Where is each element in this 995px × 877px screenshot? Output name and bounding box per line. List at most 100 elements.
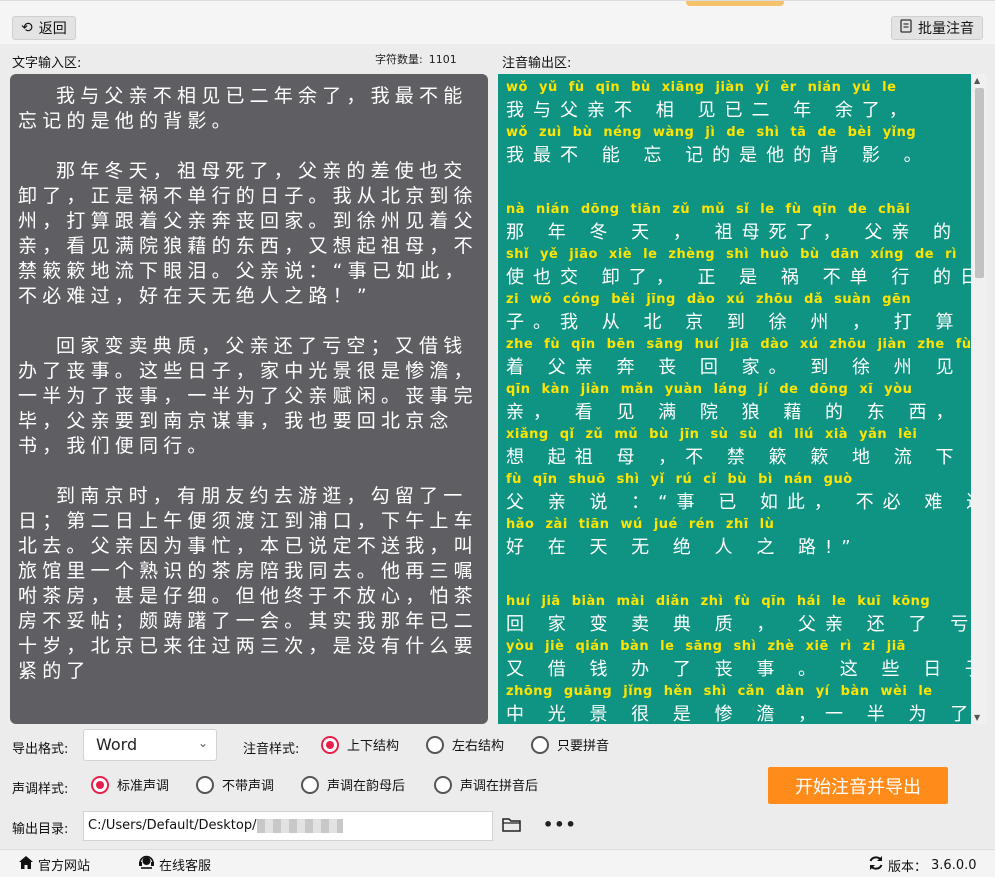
pinyin-text: yòu jiè qián bàn le sāng shì zhè xiē rì …: [506, 639, 906, 654]
pinyin-style-label: 注音样式:: [243, 742, 300, 757]
hanzi-text: 中 光 景 很 是 惨 澹 ，一 半 为 了: [506, 704, 971, 724]
radio-label: 声调在韵母后: [327, 779, 406, 794]
scroll-up-icon[interactable]: ▲: [974, 76, 980, 85]
output-line: shǐ yě jiāo xiè le zhèng shì huò bù dān …: [506, 245, 971, 290]
pinyin-text: xiǎng qǐ zǔ mǔ bù jīn sù sù dì liú xià y…: [506, 427, 918, 442]
output-paragraph: nà nián dōng tiān zǔ mǔ sǐ le fù qīn de …: [506, 200, 971, 560]
output-line: wǒ yǔ fù qīn bù xiāng jiàn yǐ èr nián yú…: [506, 78, 965, 123]
scroll-thumb[interactable]: [975, 88, 984, 278]
output-line: zhe fù qīn bēn sāng huí jiā dào xú zhōu …: [506, 335, 971, 380]
char-count: 字符数量: 1101: [375, 51, 457, 67]
home-icon: [18, 855, 34, 874]
export-format-value: Word: [96, 735, 138, 754]
batch-annotate-button[interactable]: 批量注音: [891, 16, 983, 40]
redacted-path: [256, 818, 343, 833]
radio-label: 声调在拼音后: [460, 779, 539, 794]
char-count-value: 1101: [428, 53, 457, 66]
back-label: 返回: [38, 21, 67, 37]
output-line: zi wǒ cóng běi jīng dào xú zhōu dǎ suàn …: [506, 290, 971, 335]
top-bar: [0, 0, 995, 44]
export-format-label: 导出格式:: [12, 742, 69, 757]
output-area-label: 注音输出区:: [502, 56, 572, 71]
input-paragraph: 到南京时，有朋友约去游逛，勾留了一日；第二日上午便须渡江到浦口，下午上车北去。父…: [18, 485, 478, 682]
output-line: qīn kàn jiàn mǎn yuàn láng jí de dōng xī…: [506, 380, 971, 425]
input-paragraph: 我与父亲不相见已二年余了，我最不能忘记的是他的背影。: [18, 85, 468, 132]
radio-icon: [426, 735, 444, 754]
pinyin-text: qīn kàn jiàn mǎn yuàn láng jí de dōng xī…: [506, 382, 913, 397]
output-line: zhōng guāng jǐng hěn shì cǎn dàn yí bàn …: [506, 682, 971, 724]
back-button[interactable]: ⟲ 返回: [12, 16, 76, 40]
output-dir-value: C:/Users/Default/Desktop/: [88, 818, 257, 833]
pinyin-text: wǒ yǔ fù qīn bù xiāng jiàn yǐ èr nián yú…: [506, 80, 897, 95]
back-arrow-icon: ⟲: [21, 20, 33, 36]
hanzi-text: 我最不 能 忘 记的是他的背 影 。: [506, 145, 931, 166]
footer: 官方网站 在线客服 版本： 3.6.0.0: [0, 849, 995, 877]
hanzi-text: 着 父亲 奔 丧 回 家。 到 徐 州 见 着 父: [506, 357, 971, 378]
pinyin-output-area[interactable]: wǒ yǔ fù qīn bù xiāng jiàn yǐ èr nián yú…: [498, 74, 971, 724]
output-dir-input[interactable]: C:/Users/Default/Desktop/: [83, 811, 493, 841]
output-paragraph: wǒ yǔ fù qīn bù xiāng jiàn yǐ èr nián yú…: [506, 78, 965, 168]
online-service-link[interactable]: 在线客服: [138, 855, 211, 874]
radio-label: 上下结构: [347, 739, 400, 754]
pinyin-text: zhe fù qīn bēn sāng huí jiā dào xú zhōu …: [506, 337, 971, 352]
radio-icon: [321, 735, 339, 754]
version-info[interactable]: 版本： 3.6.0.0: [868, 855, 977, 875]
pinyin-text: nà nián dōng tiān zǔ mǔ sǐ le fù qīn de …: [506, 202, 911, 217]
batch-label: 批量注音: [918, 21, 974, 37]
output-line: wǒ zuì bù néng wàng jì de shì tā de bèi …: [506, 123, 965, 168]
start-annotate-export-button[interactable]: 开始注音并导出: [768, 767, 948, 804]
output-line: yòu jiè qián bàn le sāng shì zhè xiē rì …: [506, 637, 971, 682]
hanzi-text: 我与父亲不 相 见已二 年 余了，: [506, 100, 916, 121]
folder-icon[interactable]: [502, 816, 522, 837]
tone-radio-after-pinyin[interactable]: 声调在拼音后: [434, 775, 538, 794]
input-area-label: 文字输入区:: [12, 56, 82, 71]
style-radio-top-bottom[interactable]: 上下结构: [321, 735, 399, 754]
output-line: huí jiā biàn mài diǎn zhì fù qīn hái le …: [506, 592, 971, 637]
refresh-icon: [868, 855, 884, 875]
radio-icon: [434, 775, 452, 794]
chevron-down-icon: ⌄: [197, 736, 208, 750]
hanzi-text: 回 家 变 卖 典 质 ， 父亲 还 了 亏 空 ；: [506, 614, 971, 635]
radio-label: 只要拼音: [557, 739, 610, 754]
style-radio-left-right[interactable]: 左右结构: [426, 735, 504, 754]
hanzi-text: 又 借 钱 办 了 丧 事 。 这 些 日 子， 家: [506, 659, 971, 680]
pinyin-text: fù qīn shuō shì yǐ rú cǐ bù bì nán guò: [506, 472, 853, 487]
output-line: nà nián dōng tiān zǔ mǔ sǐ le fù qīn de …: [506, 200, 971, 245]
radio-icon: [196, 775, 214, 794]
more-options-icon[interactable]: •••: [543, 815, 577, 834]
output-line: fù qīn shuō shì yǐ rú cǐ bù bì nán guò 父 …: [506, 470, 971, 515]
official-website-link[interactable]: 官方网站: [18, 855, 90, 874]
output-dir-label: 输出目录:: [12, 822, 69, 837]
pinyin-text: hǎo zài tiān wú jué rén zhī lù: [506, 517, 775, 532]
hanzi-text: 想 起祖 母 ，不 禁 簌 簌 地 流 下 眼 泪 。: [506, 447, 971, 468]
char-count-label: 字符数量:: [375, 53, 423, 66]
radio-label: 标准声调: [117, 779, 170, 794]
tone-radio-after-final[interactable]: 声调在韵母后: [301, 775, 405, 794]
text-input-area[interactable]: 我与父亲不相见已二年余了，我最不能忘记的是他的背影。 那年冬天，祖母死了，父亲的…: [10, 74, 488, 724]
active-tab-indicator: [686, 1, 784, 6]
hanzi-text: 好 在 天 无 绝 人 之 路!”: [506, 537, 860, 558]
headset-icon: [138, 855, 155, 874]
tone-radio-standard[interactable]: 标准声调: [91, 775, 169, 794]
output-scrollbar[interactable]: ▲ ▼: [971, 74, 987, 724]
radio-label: 左右结构: [452, 739, 505, 754]
hanzi-text: 那 年 冬 天 ， 祖母死了， 父亲 的 差: [506, 222, 971, 243]
tone-radio-none[interactable]: 不带声调: [196, 775, 274, 794]
pinyin-text: shǐ yě jiāo xiè le zhèng shì huò bù dān …: [506, 247, 957, 262]
pinyin-text: wǒ zuì bù néng wàng jì de shì tā de bèi …: [506, 125, 917, 140]
radio-icon: [301, 775, 319, 794]
export-format-select[interactable]: Word ⌄: [83, 729, 217, 761]
output-line: hǎo zài tiān wú jué rén zhī lù 好 在 天 无 绝 …: [506, 515, 965, 560]
style-radio-pinyin-only[interactable]: 只要拼音: [531, 735, 609, 754]
input-paragraph: 那年冬天，祖母死了，父亲的差使也交卸了，正是祸不单行的日子。我从北京到徐州，打算…: [18, 160, 478, 307]
scroll-down-icon[interactable]: ▼: [974, 713, 980, 722]
hanzi-text: 父 亲 说 ：“事 已 如此， 不必 难 过 ，: [506, 492, 971, 513]
service-label: 在线客服: [159, 859, 212, 874]
output-paragraph: huí jiā biàn mài diǎn zhì fù qīn hái le …: [506, 592, 971, 724]
pinyin-text: huí jiā biàn mài diǎn zhì fù qīn hái le …: [506, 594, 931, 609]
hanzi-text: 使也交 卸了， 正 是 祸 不单 行 的日: [506, 267, 971, 288]
input-paragraph: 回家变卖典质，父亲还了亏空；又借钱办了丧事。这些日子，家中光景很是惨澹，一半为了…: [18, 335, 478, 457]
hanzi-text: 亲， 看 见 满 院 狼 藉 的 东 西， 又: [506, 402, 971, 423]
version-label: 版本：: [888, 859, 928, 875]
tone-style-label: 声调样式:: [12, 782, 69, 797]
